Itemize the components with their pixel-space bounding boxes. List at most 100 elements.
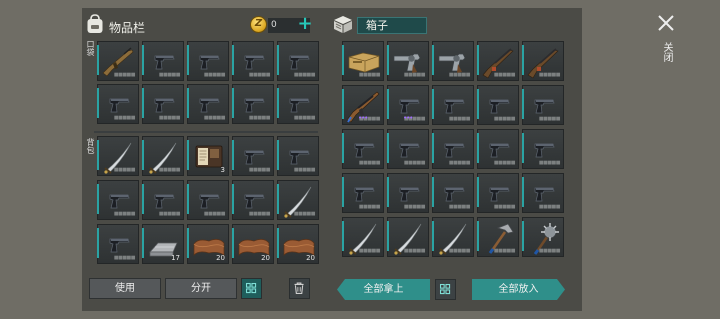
rarity-dots: ■■■■■ bbox=[158, 72, 181, 78]
grid-sort-icon bbox=[439, 283, 451, 295]
take-all-button[interactable]: 全部拿上 bbox=[337, 279, 430, 300]
rare-mod-dots: ••• bbox=[358, 114, 368, 122]
item-slot[interactable]: ■■■■■ bbox=[342, 217, 384, 257]
item-slot[interactable]: ■■■■■ bbox=[387, 217, 429, 257]
item-slot[interactable]: ■■■■■ ••• bbox=[387, 85, 429, 125]
item-slot[interactable]: ■■■■■ bbox=[97, 136, 139, 176]
item-slot[interactable]: ■■■■■ bbox=[432, 85, 474, 125]
item-count: 20 bbox=[216, 254, 225, 262]
item-slot[interactable]: ■■■■■ bbox=[142, 84, 184, 124]
trash-button[interactable] bbox=[289, 278, 310, 299]
sort-box-button[interactable] bbox=[435, 279, 456, 300]
coin-icon: Z bbox=[250, 16, 267, 33]
item-slot[interactable]: ■■■■■ bbox=[277, 136, 319, 176]
item-slot[interactable]: 3 bbox=[187, 136, 229, 176]
rarity-dots: ■■■■■ bbox=[403, 72, 426, 78]
coin-symbol: Z bbox=[254, 18, 263, 29]
add-coins-button[interactable]: + bbox=[296, 15, 314, 34]
rarity-dots: ■■■■■ bbox=[358, 160, 381, 166]
item-count: 20 bbox=[306, 254, 315, 262]
item-slot[interactable]: ■■■■■ bbox=[142, 136, 184, 176]
item-slot[interactable]: ■■■■■ bbox=[432, 41, 474, 81]
item-slot[interactable]: ■■■■■ bbox=[277, 180, 319, 220]
rarity-dots: ■■■■■ bbox=[113, 255, 136, 261]
rarity-dots: ■■■■■ bbox=[403, 204, 426, 210]
rarity-dots: ■■■■■ bbox=[293, 72, 316, 78]
backpack-section-label: 背包 bbox=[86, 138, 95, 154]
sort-inventory-button[interactable] bbox=[241, 278, 262, 299]
item-slot[interactable]: ■■■■■ bbox=[432, 173, 474, 213]
item-slot[interactable]: ■■■■■ bbox=[477, 217, 519, 257]
item-slot[interactable]: 20 bbox=[277, 224, 319, 264]
item-slot[interactable]: ■■■■■ bbox=[477, 173, 519, 213]
rarity-dots: ■■■■■ bbox=[358, 204, 381, 210]
trash-icon bbox=[294, 282, 304, 295]
item-slot[interactable]: ■■■■■ bbox=[432, 217, 474, 257]
item-slot[interactable]: 17 bbox=[142, 224, 184, 264]
close-icon[interactable] bbox=[655, 12, 677, 34]
item-slot[interactable]: ■■■■■ bbox=[277, 84, 319, 124]
rarity-dots: ■■■■■ bbox=[293, 211, 316, 217]
item-slot[interactable]: ■■■■■ ••• bbox=[342, 85, 384, 125]
item-slot[interactable]: ■■■■■ bbox=[97, 224, 139, 264]
item-slot[interactable]: ■■■■■ bbox=[187, 180, 229, 220]
item-slot[interactable]: ■■■■■ bbox=[142, 41, 184, 81]
item-slot[interactable]: ■■■■■ bbox=[97, 84, 139, 124]
item-slot[interactable]: ■■■■■ bbox=[142, 180, 184, 220]
item-slot[interactable]: ■■■■■ bbox=[522, 217, 564, 257]
item-count: 3 bbox=[220, 166, 225, 174]
rarity-dots: ■■■■■ bbox=[538, 160, 561, 166]
item-slot[interactable]: ■■■■■ bbox=[232, 180, 274, 220]
split-button[interactable]: 分开 bbox=[165, 278, 237, 299]
item-slot[interactable]: ■■■■■ bbox=[277, 41, 319, 81]
rarity-dots: ■■■■■ bbox=[203, 115, 226, 121]
close-label[interactable]: 关闭 bbox=[660, 42, 672, 62]
rarity-dots: ■■■■■ bbox=[248, 211, 271, 217]
rarity-dots: ■■■■■ bbox=[248, 72, 271, 78]
item-slot[interactable]: ■■■■■ bbox=[387, 173, 429, 213]
item-slot[interactable]: ■■■■■ bbox=[232, 84, 274, 124]
item-slot[interactable]: ■■■■■ bbox=[342, 41, 384, 81]
item-slot[interactable]: ■■■■■ bbox=[522, 41, 564, 81]
item-count: 20 bbox=[261, 254, 270, 262]
use-button[interactable]: 使用 bbox=[89, 278, 161, 299]
rarity-dots: ■■■■■ bbox=[448, 204, 471, 210]
item-slot[interactable]: ■■■■■ bbox=[477, 85, 519, 125]
item-slot[interactable]: ■■■■■ bbox=[232, 136, 274, 176]
rarity-dots: ■■■■■ bbox=[448, 160, 471, 166]
item-slot[interactable]: 20 bbox=[232, 224, 274, 264]
rarity-dots: ■■■■■ bbox=[248, 167, 271, 173]
rarity-dots: ■■■■■ bbox=[113, 72, 136, 78]
grid-sort-icon bbox=[245, 282, 257, 294]
rarity-dots: ■■■■■ bbox=[493, 248, 516, 254]
storage-box-icon bbox=[334, 16, 352, 33]
item-slot[interactable]: ■■■■■ bbox=[342, 173, 384, 213]
rare-mod-dots: ••• bbox=[403, 114, 413, 122]
rarity-dots: ■■■■■ bbox=[203, 211, 226, 217]
backpack-icon bbox=[87, 14, 103, 33]
item-slot[interactable]: 20 bbox=[187, 224, 229, 264]
rarity-dots: ■■■■■ bbox=[113, 115, 136, 121]
item-slot[interactable]: ■■■■■ bbox=[187, 84, 229, 124]
put-all-button[interactable]: 全部放入 bbox=[472, 279, 565, 300]
item-count: 17 bbox=[171, 254, 180, 262]
item-slot[interactable]: ■■■■■ bbox=[477, 41, 519, 81]
rarity-dots: ■■■■■ bbox=[203, 72, 226, 78]
item-slot[interactable]: ■■■■■ bbox=[477, 129, 519, 169]
item-slot[interactable]: ■■■■■ bbox=[432, 129, 474, 169]
item-slot[interactable]: ■■■■■ bbox=[522, 129, 564, 169]
item-slot[interactable]: ■■■■■ bbox=[187, 41, 229, 81]
rarity-dots: ■■■■■ bbox=[358, 72, 381, 78]
item-slot[interactable]: ■■■■■ bbox=[522, 173, 564, 213]
item-slot[interactable]: ■■■■■ bbox=[232, 41, 274, 81]
item-slot[interactable]: ■■■■■ bbox=[342, 129, 384, 169]
item-slot[interactable]: ■■■■■ bbox=[387, 41, 429, 81]
item-slot[interactable]: ■■■■■ bbox=[522, 85, 564, 125]
rarity-dots: ■■■■■ bbox=[293, 167, 316, 173]
item-slot[interactable]: ■■■■■ bbox=[97, 41, 139, 81]
box-title: 箱子 bbox=[357, 17, 427, 34]
item-slot[interactable]: ■■■■■ bbox=[387, 129, 429, 169]
item-slot[interactable]: ■■■■■ bbox=[97, 180, 139, 220]
inventory-title: 物品栏 bbox=[109, 21, 146, 35]
rarity-dots: ■■■■■ bbox=[448, 72, 471, 78]
